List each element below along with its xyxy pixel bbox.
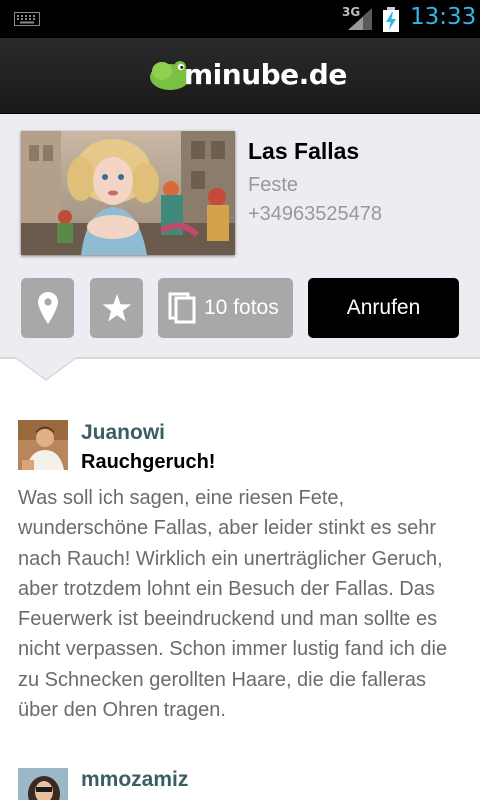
favorite-button[interactable]: [90, 278, 143, 338]
header-pointer-arrow: [16, 357, 76, 381]
place-photo[interactable]: [21, 131, 235, 255]
place-name: Las Fallas: [248, 138, 360, 164]
place-category: Feste: [248, 174, 299, 196]
review-author[interactable]: Juanowi: [81, 421, 165, 445]
fallas-statue-image: [21, 131, 235, 255]
clock: 13:33: [410, 4, 477, 30]
reviewer-avatar[interactable]: [18, 420, 68, 470]
photos-button-label: 10 fotos: [204, 296, 279, 319]
review-title: Rauchgeruch!: [81, 451, 216, 473]
reviewer-avatar[interactable]: [18, 768, 68, 800]
avatar-photo: [18, 420, 68, 470]
avatar-photo: [18, 768, 68, 800]
battery-charging-icon: [383, 7, 399, 32]
review-author[interactable]: mmozamiz: [81, 768, 188, 792]
place-phone: +34963525478: [248, 203, 383, 225]
star-icon: [102, 293, 131, 321]
photos-icon: [168, 292, 196, 324]
map-button[interactable]: [21, 278, 74, 338]
call-button-label: Anrufen: [346, 296, 421, 319]
photos-button[interactable]: 10 fotos: [158, 278, 293, 338]
signal-icon: [348, 8, 372, 30]
review-body: Was soll ich sagen, eine riesen Fete, wu…: [18, 487, 448, 722]
location-pin-icon: [37, 292, 58, 324]
status-bar: 3G 13:33: [0, 0, 480, 38]
keyboard-icon: [14, 12, 40, 26]
app-logo-text[interactable]: minube.de: [184, 58, 347, 91]
call-button[interactable]: Anrufen: [308, 278, 459, 338]
